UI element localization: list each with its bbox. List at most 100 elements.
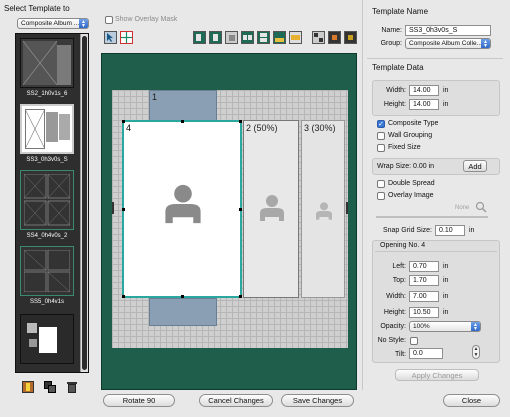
group-dropdown[interactable]: Composite Album Colle... ▲ ▼ — [405, 38, 491, 49]
show-overlay-mask-checkbox[interactable] — [105, 16, 113, 24]
layout-grid-icon[interactable] — [312, 31, 325, 44]
template-name-input[interactable]: SS3_0h3v0s_S — [405, 25, 491, 36]
opening-1[interactable]: 1 — [149, 90, 217, 124]
distribute-vertical-icon[interactable] — [257, 31, 270, 44]
width-label: Width: — [386, 87, 406, 94]
width-unit: in — [443, 87, 449, 94]
opening-1-number: 1 — [152, 92, 158, 102]
opening-left-unit: in — [443, 263, 449, 270]
snap-grid-input[interactable]: 0.10 — [435, 225, 465, 236]
photo-swap-icon[interactable] — [289, 31, 302, 44]
tilt-label: Tilt: — [394, 351, 406, 358]
template-height-input[interactable]: 14.00 — [409, 99, 439, 110]
dropdown-arrows-icon: ▲ ▼ — [481, 39, 490, 48]
tilt-input[interactable]: 0.0 — [409, 348, 443, 359]
group-dropdown-value: Composite Album Colle... — [409, 40, 482, 47]
magnifier-icon[interactable] — [475, 201, 487, 213]
select-template-title: Select Template to — [4, 4, 70, 13]
snap-grid-label: Snap Grid Size: — [382, 227, 432, 234]
fixed-size-checkbox[interactable] — [377, 144, 385, 152]
opening-left-input[interactable]: 0.70 — [409, 261, 439, 272]
resize-handle-top-left[interactable] — [122, 120, 125, 123]
resize-handle-bottom-left[interactable] — [122, 295, 125, 298]
opening-width-input[interactable]: 7.00 — [409, 291, 439, 302]
thumbnail-scrollbar[interactable] — [80, 34, 88, 372]
template-thumbnail[interactable] — [20, 314, 74, 364]
align-right-icon[interactable] — [225, 31, 238, 44]
show-overlay-mask-label: Show Overlay Mask — [115, 16, 178, 23]
dropdown-arrows-icon: ▲ ▼ — [471, 322, 480, 331]
opening-1-overflow — [149, 298, 217, 326]
thumbnail-label: SS3_0h3v0s_S — [26, 157, 68, 163]
thumbnail-label: SS4_0h4v0s_2 — [26, 233, 68, 239]
opening-title-divider — [375, 251, 497, 252]
template-canvas[interactable]: 1 2 (50%) 3 (30%) 4 — [101, 53, 357, 390]
double-spread-label: Double Spread — [388, 180, 435, 187]
opening-width-label: Width: — [386, 293, 406, 300]
opening-4-number: 4 — [126, 123, 132, 133]
scrollbar-thumb[interactable] — [82, 36, 87, 370]
resize-handle-bottom-right[interactable] — [239, 295, 242, 298]
fixed-size-label: Fixed Size — [388, 144, 421, 151]
section-divider — [367, 58, 503, 59]
overlay-opacity-slider[interactable] — [376, 216, 488, 218]
distribute-horizontal-icon[interactable] — [241, 31, 254, 44]
opening-top-label: Top: — [392, 277, 406, 284]
resize-handle-right[interactable] — [239, 208, 242, 211]
add-template-icon[interactable] — [22, 381, 34, 393]
opening-left-label: Left: — [392, 263, 406, 270]
save-changes-button[interactable]: Save Changes — [281, 394, 354, 407]
opening-2[interactable]: 2 (50%) — [243, 120, 299, 298]
resize-handle-left[interactable] — [122, 208, 125, 211]
overlay-image-checkbox[interactable] — [377, 192, 385, 200]
resize-handle-bottom[interactable] — [181, 295, 184, 298]
photo-fit-icon[interactable] — [273, 31, 286, 44]
template-thumbnail-selected[interactable] — [20, 104, 74, 154]
select-arrow-icon[interactable] — [104, 31, 117, 44]
template-name-title: Template Name — [372, 7, 429, 16]
opening-4-selected[interactable]: 4 — [122, 120, 242, 298]
thumbnail-label: SS5_0h4v1s — [29, 299, 65, 305]
overlay-image-label: Overlay Image — [388, 192, 434, 199]
tilt-stepper[interactable]: ▲ ▼ — [472, 345, 480, 359]
opening-3-number: 3 (30%) — [304, 123, 336, 133]
wall-grouping-label: Wall Grouping — [388, 132, 433, 139]
resize-handle-top[interactable] — [181, 120, 184, 123]
snap-grid-unit: in — [469, 227, 475, 234]
dropdown-arrows-icon: ▲ ▼ — [79, 19, 88, 28]
layout-fill-icon[interactable] — [344, 31, 357, 44]
layout-split-icon[interactable] — [328, 31, 341, 44]
opacity-dropdown[interactable]: 100% ▲ ▼ — [409, 321, 481, 332]
composite-type-label: Composite Type — [388, 120, 439, 127]
close-button[interactable]: Close — [443, 394, 500, 407]
page-edge-mark — [346, 202, 348, 214]
template-thumbnail[interactable] — [20, 38, 74, 88]
template-thumbnail[interactable] — [20, 246, 74, 296]
align-left-icon[interactable] — [193, 31, 206, 44]
rotate-90-button[interactable]: Rotate 90 — [103, 394, 175, 407]
trash-icon[interactable] — [67, 381, 77, 393]
thumbnail-label: SS2_1h0v1s_6 — [26, 91, 68, 97]
add-wrap-button[interactable]: Add — [463, 160, 487, 172]
duplicate-template-icon[interactable] — [44, 381, 56, 393]
wall-grouping-checkbox[interactable] — [377, 132, 385, 140]
overlay-none-label: None — [455, 205, 470, 211]
template-thumbnail[interactable] — [20, 170, 74, 230]
opening-height-input[interactable]: 10.50 — [409, 307, 439, 318]
cancel-changes-button[interactable]: Cancel Changes — [199, 394, 273, 407]
move-crosshair-icon[interactable] — [120, 31, 133, 44]
template-thumbnail-list[interactable]: SS2_1h0v1s_6 SS3_0h3v0s_S SS4_0h4v0s_2 S… — [15, 33, 89, 373]
no-style-checkbox[interactable] — [410, 337, 418, 345]
opening-top-input[interactable]: 1.70 — [409, 275, 439, 286]
double-spread-checkbox[interactable] — [377, 180, 385, 188]
opening-height-unit: in — [443, 309, 449, 316]
template-width-input[interactable]: 14.00 — [409, 85, 439, 96]
apply-changes-button[interactable]: Apply Changes — [395, 369, 479, 381]
composite-type-checkbox[interactable]: ✓ — [377, 120, 385, 128]
resize-handle-top-right[interactable] — [239, 120, 242, 123]
align-center-icon[interactable] — [209, 31, 222, 44]
person-placeholder-icon — [260, 195, 284, 221]
opening-3[interactable]: 3 (30%) — [301, 120, 345, 298]
template-group-dropdown[interactable]: Composite Album ... ▲ ▼ — [17, 18, 89, 29]
wrap-size-label: Wrap Size: 0.00 in — [377, 163, 435, 170]
